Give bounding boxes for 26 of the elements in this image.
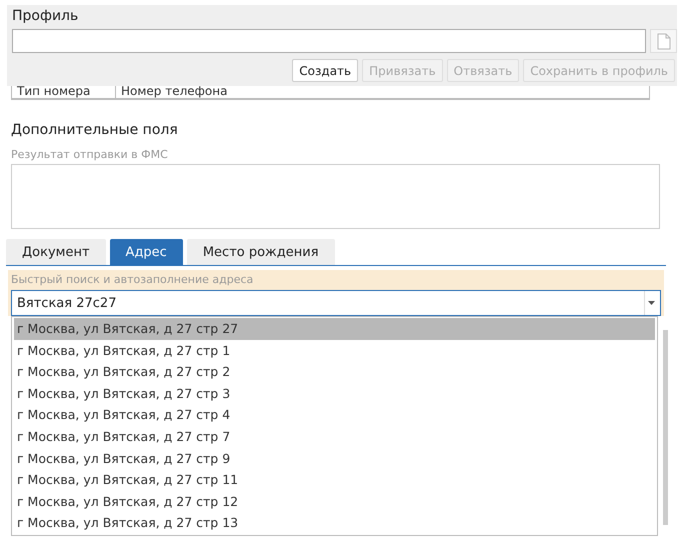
suggestion-item[interactable]: г Москва, ул Вятская, д 27 стр 9 — [14, 448, 655, 470]
document-button[interactable] — [650, 29, 677, 53]
suggestion-item[interactable]: г Москва, ул Вятская, д 27 стр 3 — [14, 382, 655, 404]
fms-result-field[interactable] — [11, 164, 660, 229]
tab[interactable]: Место рождения — [186, 239, 335, 265]
profile-title: Профиль — [12, 8, 80, 26]
caret-icon — [648, 301, 655, 305]
suggestion-item[interactable]: г Москва, ул Вятская, д 27 стр 13 — [14, 512, 655, 534]
profile-field[interactable] — [12, 29, 646, 53]
profile-action-button[interactable]: Создать — [292, 59, 358, 82]
field-label: Результат отправки в ФМС — [11, 148, 168, 161]
suggestion-item[interactable]: г Москва, ул Вятская, д 27 стр 1 — [14, 340, 655, 362]
field-label: Быстрый поиск и автозаполнение адреса — [11, 272, 254, 288]
address-combobox[interactable]: Вятская 27с27 — [11, 290, 661, 316]
section-title: Дополнительные поля — [11, 122, 178, 138]
tab[interactable]: Документ — [6, 239, 106, 265]
scrollbar[interactable] — [663, 330, 668, 525]
suggestion-item[interactable]: г Москва, ул Вятская, д 27 стр 7 — [14, 426, 655, 448]
suggestion-item[interactable]: г Москва, ул Вятская, д 27 стр 12 — [14, 490, 655, 512]
column-header: Номер телефона — [120, 83, 228, 98]
suggestion-item[interactable]: г Москва, ул Вятская, д 27 стр 4 — [14, 404, 655, 426]
suggestion-item[interactable]: г Москва, ул Вятская, д 27 стр 11 — [14, 469, 655, 491]
document-icon — [656, 32, 670, 50]
tab[interactable]: Адрес — [110, 239, 183, 265]
suggestion-item[interactable]: г Москва, ул Вятская, д 27 стр 2 — [14, 361, 655, 383]
suggestion-item[interactable]: г Москва, ул Вятская, д 27 стр 27 — [14, 318, 655, 340]
